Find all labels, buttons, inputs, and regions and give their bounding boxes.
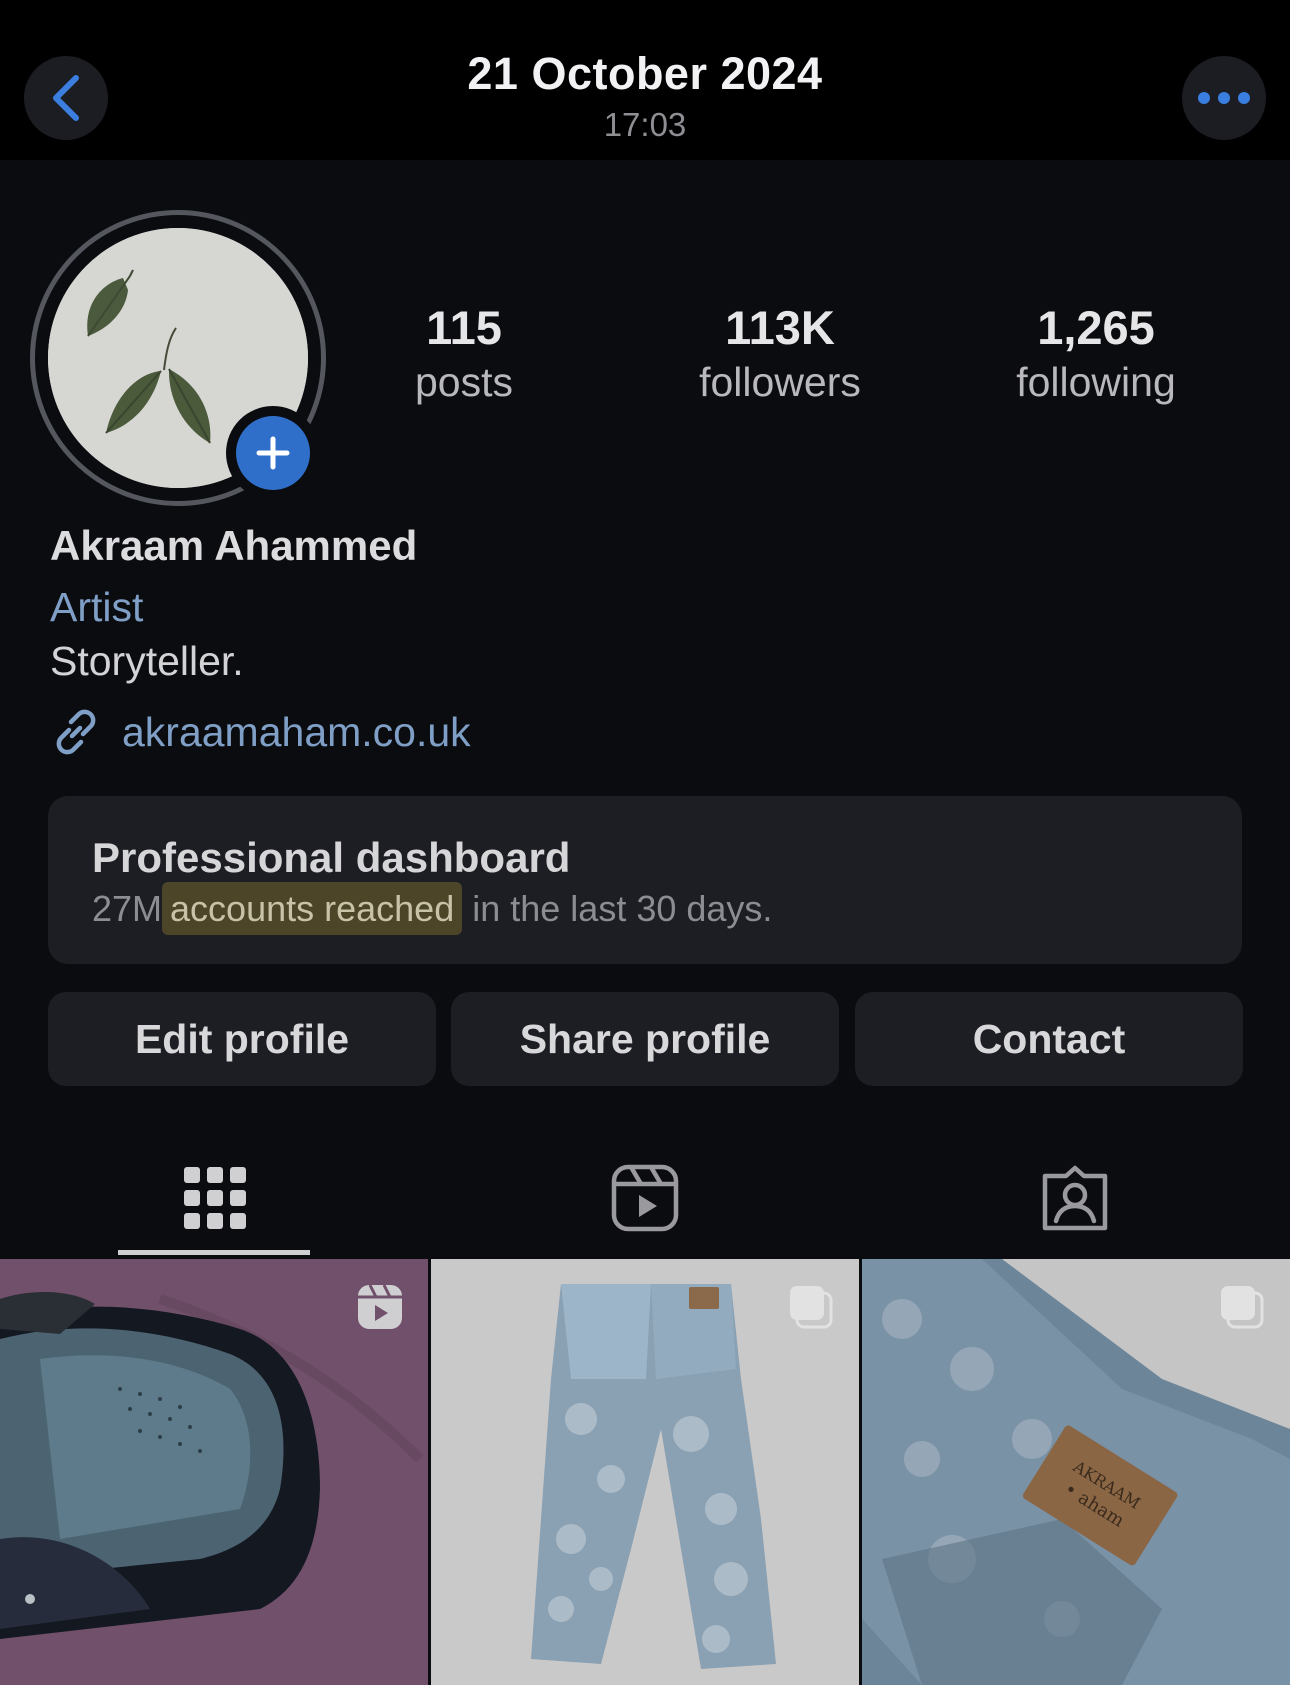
profile-link[interactable]: akraamaham.co.uk (50, 706, 471, 758)
active-tab-indicator (118, 1250, 310, 1255)
stat-value: 113K (725, 301, 835, 354)
ellipsis-icon (1198, 92, 1250, 104)
stat-value: 1,265 (1037, 301, 1155, 354)
dashboard-title: Professional dashboard (92, 834, 571, 881)
stat-label: following (1016, 359, 1176, 405)
share-profile-button[interactable]: Share profile (451, 992, 839, 1086)
dashboard-count: 27M (92, 888, 163, 929)
header-date: 21 October 2024 (467, 48, 823, 99)
stat-followers[interactable]: 113K followers (650, 300, 910, 408)
grid-icon (184, 1167, 246, 1229)
tagged-person-icon (1042, 1165, 1108, 1231)
more-button[interactable] (1182, 56, 1266, 140)
tab-posts[interactable] (0, 1140, 430, 1256)
tab-tagged[interactable] (860, 1140, 1290, 1256)
add-story-button[interactable] (226, 406, 320, 500)
profile-category[interactable]: Artist (50, 584, 143, 631)
header-time: 17:03 (603, 106, 687, 143)
reels-icon (611, 1164, 679, 1232)
tab-reels[interactable] (430, 1140, 860, 1256)
stat-following[interactable]: 1,265 following (966, 300, 1226, 408)
professional-dashboard-card[interactable]: Professional dashboard 27M accounts reach… (48, 796, 1242, 964)
edit-profile-button[interactable]: Edit profile (48, 992, 436, 1086)
dashboard-suffix: in the last 30 days. (472, 888, 773, 929)
carousel-badge-icon (1221, 1286, 1264, 1329)
post-tile-reel[interactable] (0, 1259, 428, 1685)
contact-button[interactable]: Contact (855, 992, 1243, 1086)
link-icon (56, 709, 96, 755)
post-tile-carousel[interactable]: AKRAAM • aham (862, 1259, 1290, 1685)
stat-label: followers (699, 359, 861, 405)
link-text[interactable]: akraamaham.co.uk (122, 709, 471, 756)
post-tile-carousel[interactable] (431, 1259, 859, 1685)
profile-bio: Storyteller. (50, 638, 244, 684)
profile-name: Akraam Ahammed (50, 522, 418, 569)
reel-badge-icon (358, 1284, 402, 1329)
dashboard-summary: 27M accounts reached in the last 30 days. (92, 882, 773, 935)
stat-posts[interactable]: 115 posts (334, 300, 594, 408)
dashboard-highlight: accounts reached (162, 882, 463, 935)
top-bar: 21 October 2024 17:03 (0, 0, 1290, 160)
plus-icon (256, 436, 290, 470)
stat-label: posts (415, 359, 513, 405)
stat-value: 115 (426, 301, 502, 354)
carousel-badge-icon (790, 1286, 833, 1329)
